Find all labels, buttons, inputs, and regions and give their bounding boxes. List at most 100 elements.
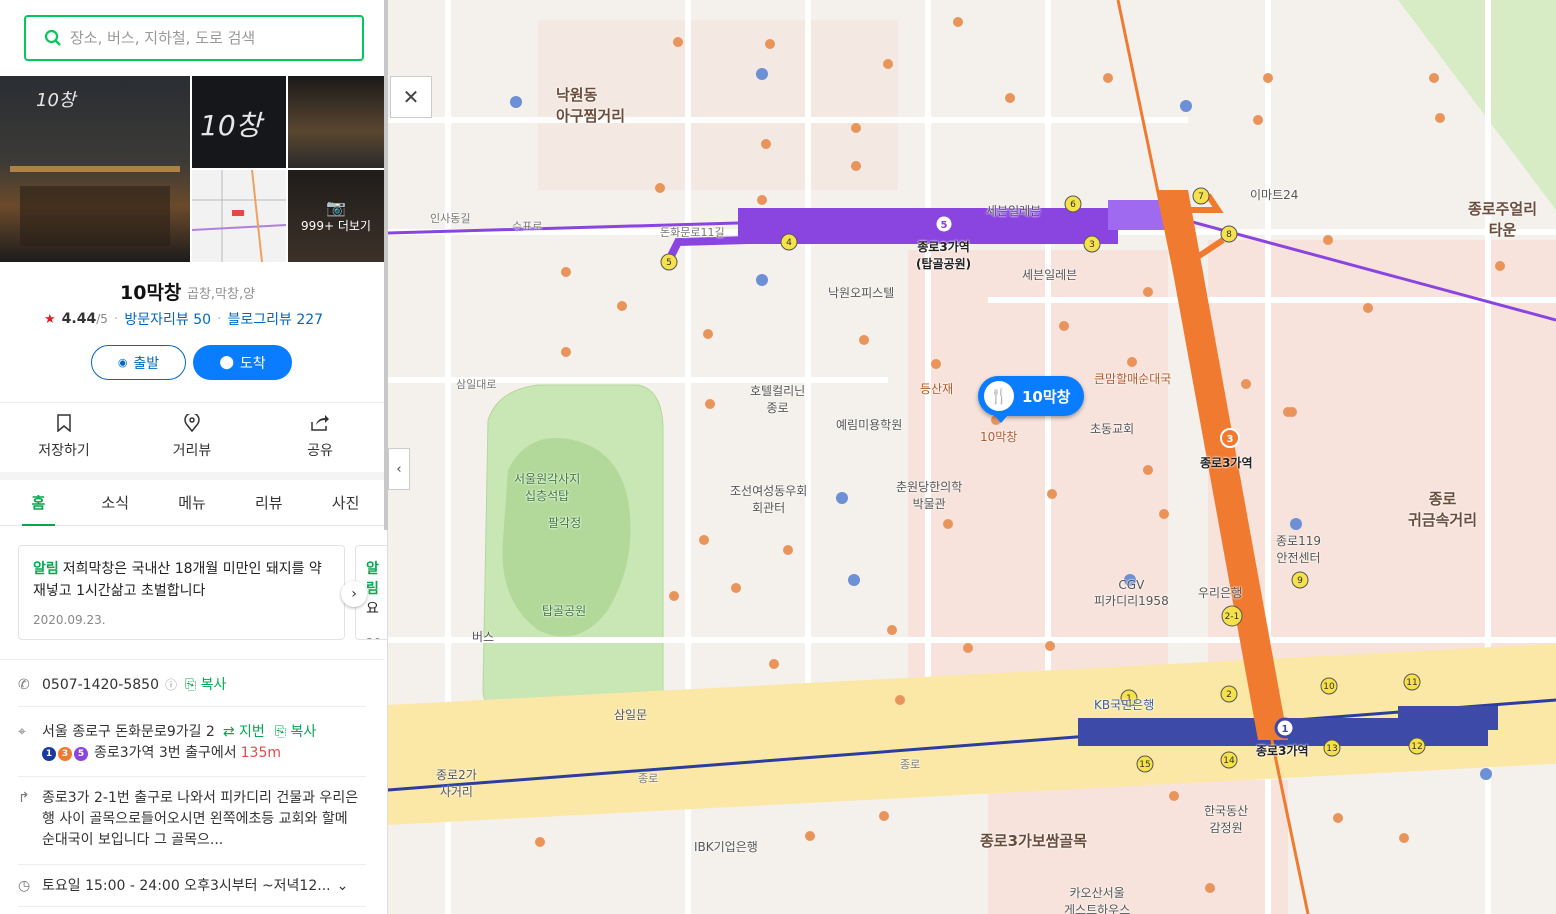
tab-home[interactable]: 홈 xyxy=(0,480,77,526)
start-dot-icon: ◉ xyxy=(117,356,128,369)
map-label-emart24: 이마트24 xyxy=(1250,188,1299,202)
phone-copy-button[interactable]: ⎘ 복사 xyxy=(185,675,226,696)
blog-reviews-link[interactable]: 블로그리뷰 227 xyxy=(227,309,323,329)
map-label-choonwon: 춘원당한의학 박물관 xyxy=(896,480,963,511)
start-label: 출발 xyxy=(133,355,160,372)
address-copy-button[interactable]: ⎘ 복사 xyxy=(275,722,316,743)
tab-news[interactable]: 소식 xyxy=(77,480,154,525)
map-label-jongno3-line1: 종로3가역 xyxy=(1256,744,1309,758)
line-1-badge: 1 xyxy=(42,746,56,761)
direction-arrow-icon: ↱ xyxy=(18,790,30,806)
map-label-hotel-kallis: 호텔컬리닌 종로 xyxy=(750,384,806,415)
svg-text:6: 6 xyxy=(1070,200,1076,210)
clock-icon: ◷ xyxy=(18,878,31,894)
restaurant-icon: 🍴 xyxy=(984,381,1014,411)
map-label-nakwon: 낙원동 아구찜거리 xyxy=(556,86,626,125)
search-box[interactable] xyxy=(24,15,364,61)
phone-icon: ✆ xyxy=(18,677,30,693)
photo-sign: 10창 xyxy=(36,90,76,111)
info-divider xyxy=(0,659,384,660)
directions-text: 종로3가 2-1번 출구로 나와서 피카디리 건물과 우리은행 사이 골목으로들… xyxy=(42,790,359,848)
svg-text:5: 5 xyxy=(666,258,672,268)
map-label-appraisal: 한국동산 감정원 xyxy=(1204,804,1249,835)
subway-text: 종로3가역 3번 출구에서 xyxy=(94,745,237,761)
close-button[interactable]: ✕ xyxy=(390,76,432,118)
place-marker-label: 10막창 xyxy=(1022,387,1071,406)
svg-text:10: 10 xyxy=(1323,682,1335,692)
map-label-jongno2: 종로2가 사거리 xyxy=(436,768,477,799)
svg-text:15: 15 xyxy=(1139,760,1150,770)
share-button[interactable]: 공유 xyxy=(256,403,384,470)
map-label-insa: 인사동길 xyxy=(430,212,471,225)
svg-text:2-1: 2-1 xyxy=(1225,612,1240,622)
search-icon xyxy=(44,29,61,46)
notice-date: 2020.09.23. xyxy=(33,613,106,627)
map-label-jongno3: 종로3가역 xyxy=(1200,456,1253,470)
notice-next-tag: 알림 xyxy=(366,561,379,597)
save-button[interactable]: 저장하기 xyxy=(0,403,128,470)
map-label-10machang-small: 10막창 xyxy=(980,430,1018,444)
map-label-samil: 삼일대로 xyxy=(456,378,497,391)
photo-sign-closeup[interactable]: 10창 xyxy=(192,76,286,168)
map-label-tapgol-park: 탑골공원 xyxy=(542,604,587,618)
row-divider xyxy=(18,706,366,707)
rating-max: /5 xyxy=(96,312,108,326)
svg-text:8: 8 xyxy=(1226,230,1232,240)
hours-row[interactable]: ◷ 토요일 15:00 - 24:00 오후3시부터 ~저녁12... ⌄ xyxy=(18,876,368,897)
directions-row[interactable]: ↱ 종로3가 2-1번 출구로 나와서 피카디리 건물과 우리은행 사이 골목으… xyxy=(18,788,368,851)
notice-tag: 알림 xyxy=(33,561,59,577)
visitor-reviews-link[interactable]: 방문자리뷰 50 xyxy=(124,309,211,329)
map-label-palgakjeong: 팔각정 xyxy=(548,516,582,530)
arrive-button[interactable]: ⬤ 도착 xyxy=(193,345,292,380)
rating-row: ★ 4.44/5 · 방문자리뷰 50 · 블로그리뷰 227 xyxy=(44,309,324,329)
notice-card[interactable]: 알림 저희막창은 국내산 18개월 미만인 돼지를 약재넣고 1시간삶고 초벌합니… xyxy=(18,545,345,640)
collapse-panel-button[interactable]: ‹ xyxy=(388,448,410,490)
map-label-woori: 우리은행 xyxy=(1198,586,1243,600)
place-name: 10막창 xyxy=(120,282,182,304)
map-label-dunggeul: 등산재 xyxy=(920,382,954,396)
street-view-button[interactable]: 거리뷰 xyxy=(128,403,256,470)
map-label-kaosan: 카오산서울 게스트하우스 xyxy=(1064,886,1131,914)
pin-icon xyxy=(184,413,200,432)
map-label-cgv: CGV 피카디리1958 xyxy=(1094,578,1169,608)
notice-text: 저희막창은 국내산 18개월 미만인 돼지를 약재넣고 1시간삶고 초벌합니다 xyxy=(33,561,322,599)
map-label-halmae: 큰맘할매순대국 xyxy=(1094,372,1172,386)
tab-photo[interactable]: 사진 xyxy=(307,480,384,525)
phone-number[interactable]: 0507-1420-5850 xyxy=(42,675,159,696)
search-input[interactable] xyxy=(70,29,330,47)
phone-row: ✆ 0507-1420-5850 ⓘ ⎘ 복사 xyxy=(18,675,368,696)
arrive-label: 도착 xyxy=(239,355,266,372)
notice-next-button[interactable]: › xyxy=(341,581,367,607)
svg-text:3: 3 xyxy=(1089,240,1095,250)
address-text: 서울 종로구 돈화문로9가길 2 xyxy=(42,724,215,740)
notice-next-date: 20 xyxy=(366,636,384,639)
location-icon: ⌖ xyxy=(18,724,26,740)
map-label-jongno-road-2: 종로 xyxy=(900,758,921,771)
start-button[interactable]: ◉ 출발 xyxy=(91,345,186,380)
svg-text:5: 5 xyxy=(941,220,948,231)
map-label-nakwon-office: 낙원오피스텔 xyxy=(828,286,895,300)
save-label: 저장하기 xyxy=(38,442,90,459)
photo-more[interactable]: 📷 999+ 더보기 xyxy=(288,170,384,262)
row-divider xyxy=(18,776,366,777)
photo-main[interactable]: 10창 xyxy=(0,76,190,262)
close-icon: ✕ xyxy=(402,85,420,109)
map-canvas[interactable]: 5 3 1 5 4 3 6 7 8 9 2-1 1 2 10 11 12 13 … xyxy=(388,0,1556,914)
svg-text:14: 14 xyxy=(1223,756,1235,766)
svg-text:13: 13 xyxy=(1326,744,1337,754)
map-label-jongno-road: 종로 xyxy=(638,772,659,785)
share-label: 공유 xyxy=(307,442,333,459)
photo-exterior[interactable] xyxy=(288,76,384,168)
street-view-label: 거리뷰 xyxy=(172,442,212,459)
line-3-badge: 3 xyxy=(58,746,72,761)
tab-review[interactable]: 리뷰 xyxy=(230,480,307,525)
jibun-button[interactable]: ⇄ 지번 xyxy=(223,722,265,743)
photo-map[interactable] xyxy=(192,170,286,262)
svg-text:12: 12 xyxy=(1411,742,1422,752)
panel-scrollbar[interactable] xyxy=(384,0,388,530)
share-icon xyxy=(311,414,329,431)
place-marker[interactable]: 🍴 10막창 xyxy=(978,376,1085,423)
map-base: 5 3 1 5 4 3 6 7 8 9 2-1 1 2 10 11 12 13 … xyxy=(388,0,1556,914)
tab-menu[interactable]: 메뉴 xyxy=(154,480,231,525)
notice-next-text: 요 xyxy=(366,601,379,617)
